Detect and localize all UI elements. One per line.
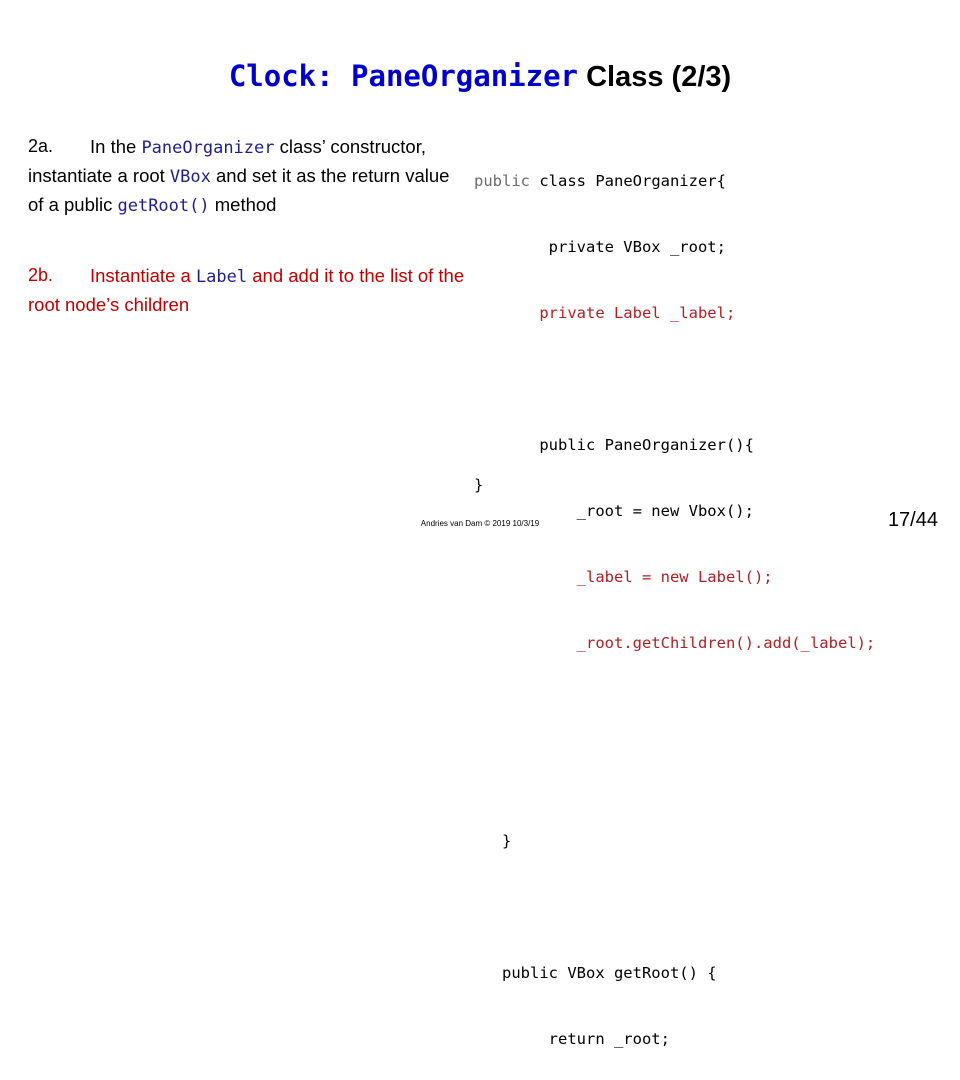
page-title: Clock: PaneOrganizer Class (2/3) [0,58,960,95]
bullet-segment-text: method [209,194,277,215]
bullet-marker: 2b. [28,265,54,285]
page-title-plain: Class (2/3) [578,61,732,93]
code-line: public class PaneOrganizer{ [474,170,944,192]
list-item: 2a. In the PaneOrganizer class’ construc… [28,133,468,220]
code-line: private Label _label; [474,304,736,322]
page-number: 17/44 [887,509,938,531]
code-token-keyword: public [474,172,530,190]
footer-credit: Andries van Dam © 2019 10/3/19 [420,519,540,528]
code-line: public VBox getRoot() { [474,964,717,982]
list-item: 2b. Instantiate a Label and add it to th… [28,262,468,318]
code-line: private VBox _root; [474,238,726,256]
page-title-highlight: Clock: PaneOrganizer [228,59,579,93]
bullet-text: In the PaneOrganizer class’ constructor,… [28,136,449,216]
code-line: _label = new Label(); [474,568,773,586]
bullet-segment-code: getRoot() [117,196,210,216]
code-line: return _root; [474,1030,670,1048]
bullet-text: Instantiate a Label and add it to the li… [28,265,464,315]
bullet-segment-code: Label [195,267,248,287]
code-block: public class PaneOrganizer{ private VBox… [474,126,944,1080]
code-closing-brace: } [474,476,484,494]
code-line-rest: class PaneOrganizer{ [530,172,726,190]
bullet-segment-code: VBox [169,167,211,187]
bullet-segment-text: Instantiate a [90,265,196,286]
code-line: _root.getChildren().add(_label); [474,634,876,652]
bullet-segment-text: In the [90,136,142,157]
slide-canvas: Clock: PaneOrganizer Class (2/3) 2a. In … [0,0,960,1048]
code-line: public PaneOrganizer(){ [474,436,754,454]
code-line: } [474,832,512,850]
bullet-marker: 2a. [28,136,54,156]
bullet-list: 2a. In the PaneOrganizer class’ construc… [28,133,468,340]
bullet-segment-code: PaneOrganizer [141,138,275,158]
